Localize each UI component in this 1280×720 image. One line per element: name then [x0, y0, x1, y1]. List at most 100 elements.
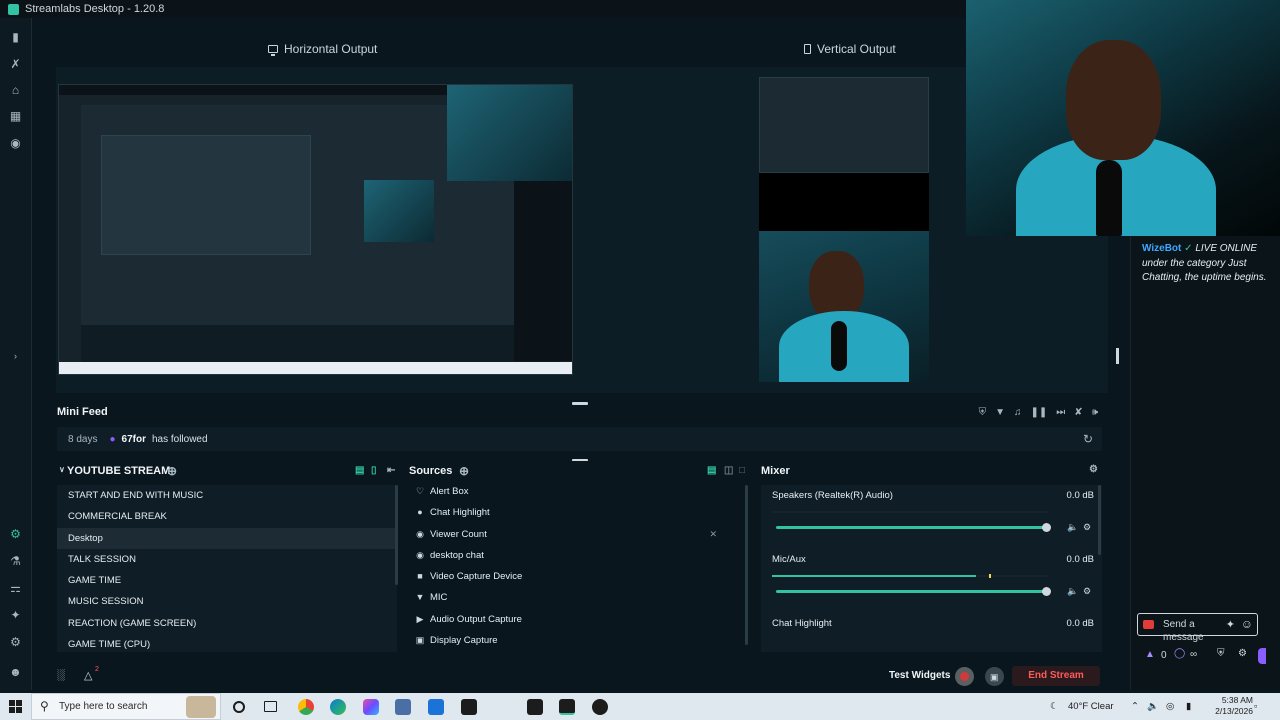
- mixer-scrollbar[interactable]: [1098, 485, 1101, 555]
- scene-item-active[interactable]: Desktop: [57, 527, 397, 549]
- add-source-icon[interactable]: ⊕: [459, 464, 469, 478]
- highlighter-icon[interactable]: ✦: [9, 609, 22, 622]
- replay-buffer-button[interactable]: ▣: [985, 667, 1004, 686]
- source-scrollbar[interactable]: [745, 485, 748, 645]
- chrome-icon[interactable]: [298, 699, 314, 715]
- chat-input[interactable]: Send a message ✦ ☺: [1137, 613, 1258, 643]
- follow-icon: ●: [109, 433, 116, 445]
- apps-icon[interactable]: ⚎: [9, 582, 22, 595]
- record-icon[interactable]: ◉: [9, 137, 22, 150]
- mic-icon: ▼: [415, 592, 425, 603]
- record-button[interactable]: [955, 667, 974, 686]
- outlook-icon[interactable]: [428, 699, 444, 715]
- notifications-icon[interactable]: ▫: [1254, 693, 1257, 720]
- channel-settings-icon[interactable]: ⚙: [1083, 522, 1091, 533]
- test-widgets-button[interactable]: Test Widgets: [889, 670, 950, 681]
- themes-icon[interactable]: ✗: [9, 58, 22, 71]
- editor-icon[interactable]: ▮: [9, 31, 22, 44]
- overlays-icon[interactable]: ▦: [9, 110, 22, 123]
- scene-scrollbar[interactable]: [395, 485, 398, 585]
- warning-icon[interactable]: △: [84, 669, 92, 682]
- horizontal-preview-display[interactable]: [58, 84, 573, 375]
- source-item[interactable]: ● Chat Highlight: [409, 502, 749, 523]
- profile-icon[interactable]: ☻: [9, 666, 22, 679]
- capcut-icon[interactable]: [461, 699, 477, 715]
- task-view-icon[interactable]: [264, 701, 277, 712]
- resize-handle[interactable]: [1116, 348, 1119, 364]
- settings-icon[interactable]: ⚙: [9, 636, 22, 649]
- end-stream-button[interactable]: End Stream: [1012, 666, 1100, 686]
- music-icon[interactable]: ♫: [1014, 407, 1022, 418]
- scene-item[interactable]: MUSIC SESSION: [57, 591, 397, 612]
- scene-item[interactable]: COMMERCIAL BREAK: [57, 506, 397, 527]
- repeat-icon[interactable]: ↻: [1083, 432, 1093, 446]
- volume-slider[interactable]: [776, 587, 1051, 596]
- filter-icon[interactable]: ▼: [995, 407, 1005, 418]
- scene-item[interactable]: GAME TIME: [57, 570, 397, 591]
- scene-item[interactable]: TALK SESSION: [57, 549, 397, 570]
- scene-item[interactable]: REACTION (GAME SCREEN): [57, 613, 397, 634]
- skip-icon[interactable]: ⏭: [1056, 407, 1065, 418]
- obs-icon[interactable]: [592, 699, 608, 715]
- chat-settings-icon[interactable]: ⚙: [1238, 648, 1247, 659]
- system-clock[interactable]: 5:38 AM 2/13/2026: [1215, 695, 1253, 717]
- shield-filter-icon[interactable]: ⛨: [979, 407, 987, 418]
- volume-slider[interactable]: [776, 523, 1051, 532]
- battery-icon[interactable]: ▮: [1186, 693, 1191, 720]
- horizontal-display-icon[interactable]: ▤: [355, 465, 364, 476]
- channel-settings-icon[interactable]: ⚙: [1083, 586, 1091, 597]
- volume-icon[interactable]: 🕪: [1092, 407, 1098, 418]
- windows-start-icon[interactable]: [9, 700, 22, 713]
- vertical-display-icon[interactable]: ▯: [371, 465, 377, 476]
- emoji-icon[interactable]: ☺: [1241, 617, 1253, 631]
- record-clip-icon[interactable]: [1143, 620, 1154, 629]
- edge-icon[interactable]: [330, 699, 346, 715]
- chevron-down-icon[interactable]: ∨: [59, 465, 65, 474]
- wifi-icon[interactable]: ◎: [1166, 693, 1174, 720]
- weather-text[interactable]: 40°F Clear: [1068, 693, 1114, 720]
- scene-item[interactable]: GAME TIME (CPU): [57, 634, 397, 652]
- transition-icon[interactable]: ⇤: [387, 465, 395, 476]
- collapse-chevron-icon[interactable]: ›: [9, 350, 22, 363]
- copilot-icon[interactable]: [363, 699, 379, 715]
- source-item[interactable]: ▼ MIC: [409, 587, 749, 608]
- mute-icon[interactable]: 🔈: [1067, 586, 1078, 597]
- file-explorer-icon[interactable]: [395, 699, 411, 715]
- visibility-off-icon[interactable]: ✕: [709, 524, 717, 545]
- cortana-icon[interactable]: [233, 701, 245, 713]
- add-scene-icon[interactable]: ⊕: [167, 464, 177, 478]
- source-item[interactable]: ◉ Viewer Count ✕: [409, 524, 749, 545]
- integrations-icon[interactable]: ⚗: [9, 555, 22, 568]
- capcut-2-icon[interactable]: [527, 699, 543, 715]
- feed-event: 8 days ● 67for has followed ↻: [57, 427, 1102, 451]
- mute-alerts-icon[interactable]: ✘: [1074, 407, 1082, 418]
- folder-icon[interactable]: □: [739, 465, 745, 476]
- tray-chevron-icon[interactable]: ⌃: [1131, 693, 1139, 720]
- performance-icon[interactable]: ░: [57, 669, 65, 681]
- source-item[interactable]: ♡ Alert Box: [409, 481, 749, 502]
- group-icon[interactable]: ◫: [724, 465, 733, 476]
- chat-button[interactable]: [1258, 648, 1266, 664]
- bell-icon: ♡: [415, 486, 425, 496]
- streamlabs-taskbar-icon[interactable]: [559, 699, 575, 715]
- mute-icon[interactable]: 🔈: [1067, 522, 1078, 533]
- mixer-settings-icon[interactable]: ⚙: [1089, 464, 1098, 475]
- vertical-preview-webcam[interactable]: [759, 231, 929, 382]
- magic-wand-icon[interactable]: ✦: [1226, 618, 1235, 631]
- source-item[interactable]: ■ Video Capture Device: [409, 566, 749, 587]
- pause-icon[interactable]: ❚❚: [1031, 407, 1048, 418]
- volume-tray-icon[interactable]: 🔈: [1147, 693, 1159, 720]
- store-icon[interactable]: ⌂: [9, 84, 22, 97]
- horizontal-source-icon[interactable]: ▤: [707, 465, 716, 476]
- scene-item[interactable]: START AND END WITH MUSIC: [57, 485, 397, 506]
- save-icon: ▣: [990, 672, 999, 682]
- ultra-icon[interactable]: ⚙: [9, 528, 22, 541]
- nested-webcam: [447, 85, 572, 181]
- taskbar-search-input[interactable]: ⚲ Type here to search: [31, 693, 221, 720]
- shield-icon[interactable]: ⛨: [1217, 648, 1225, 659]
- scene-collection-title[interactable]: YOUTUBE STREAM: [67, 465, 170, 477]
- source-item[interactable]: ▶ Audio Output Capture: [409, 609, 749, 630]
- source-item[interactable]: ▣ Display Capture: [409, 630, 749, 651]
- source-item[interactable]: ◉ desktop chat: [409, 545, 749, 566]
- vertical-preview-screen[interactable]: [759, 77, 929, 173]
